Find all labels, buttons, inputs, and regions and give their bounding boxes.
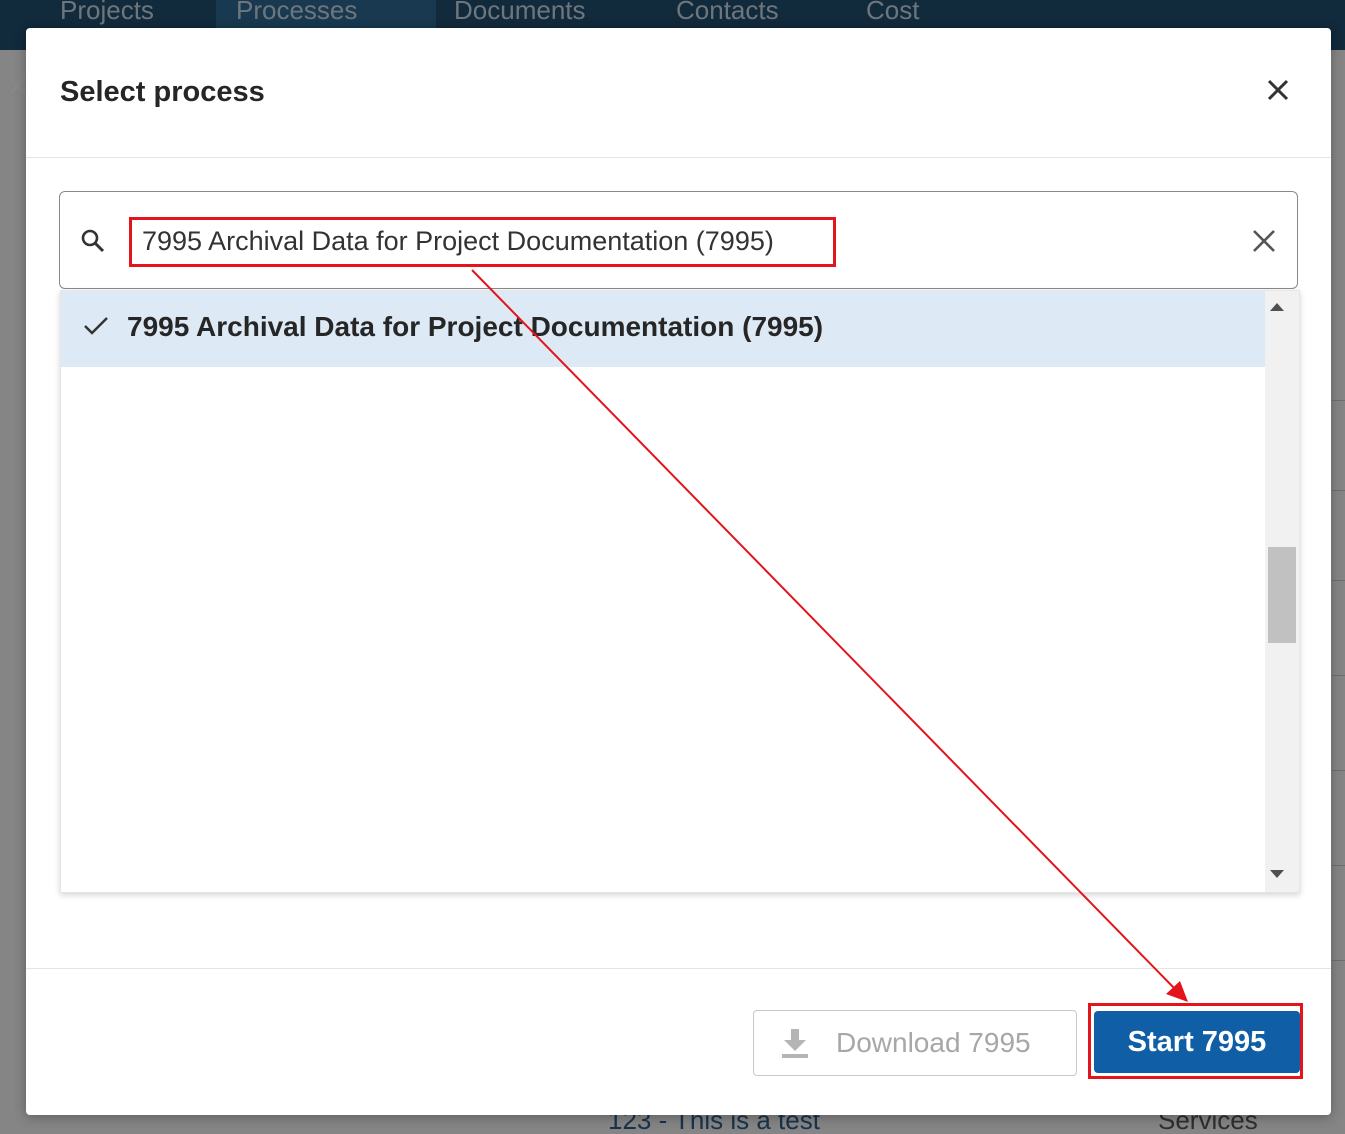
scroll-down-arrow[interactable] bbox=[1270, 870, 1284, 878]
dialog-header: Select process bbox=[26, 28, 1331, 158]
close-icon bbox=[1253, 230, 1275, 252]
dialog-title: Select process bbox=[60, 76, 265, 108]
download-icon bbox=[782, 1029, 808, 1058]
scrollbar-thumb[interactable] bbox=[1268, 547, 1296, 643]
annotation-highlight-start bbox=[1088, 1003, 1303, 1079]
process-options-list: 7995 Archival Data for Project Documenta… bbox=[60, 290, 1300, 893]
download-button[interactable]: Download 7995 bbox=[753, 1010, 1077, 1076]
clear-search-button[interactable] bbox=[1250, 227, 1278, 255]
check-icon bbox=[84, 317, 108, 335]
annotation-highlight-search bbox=[129, 217, 836, 267]
footer-divider bbox=[26, 968, 1331, 969]
close-dialog-button[interactable] bbox=[1260, 72, 1296, 108]
search-icon bbox=[81, 229, 105, 253]
list-item-selected[interactable]: 7995 Archival Data for Project Documenta… bbox=[61, 291, 1265, 367]
close-icon bbox=[1267, 79, 1289, 101]
download-button-label: Download 7995 bbox=[836, 1027, 1031, 1058]
scroll-up-arrow[interactable] bbox=[1270, 303, 1284, 311]
select-process-dialog: Select process 7995 Archival Data for Pr… bbox=[26, 28, 1331, 1115]
option-label: 7995 Archival Data for Project Documenta… bbox=[127, 311, 824, 342]
